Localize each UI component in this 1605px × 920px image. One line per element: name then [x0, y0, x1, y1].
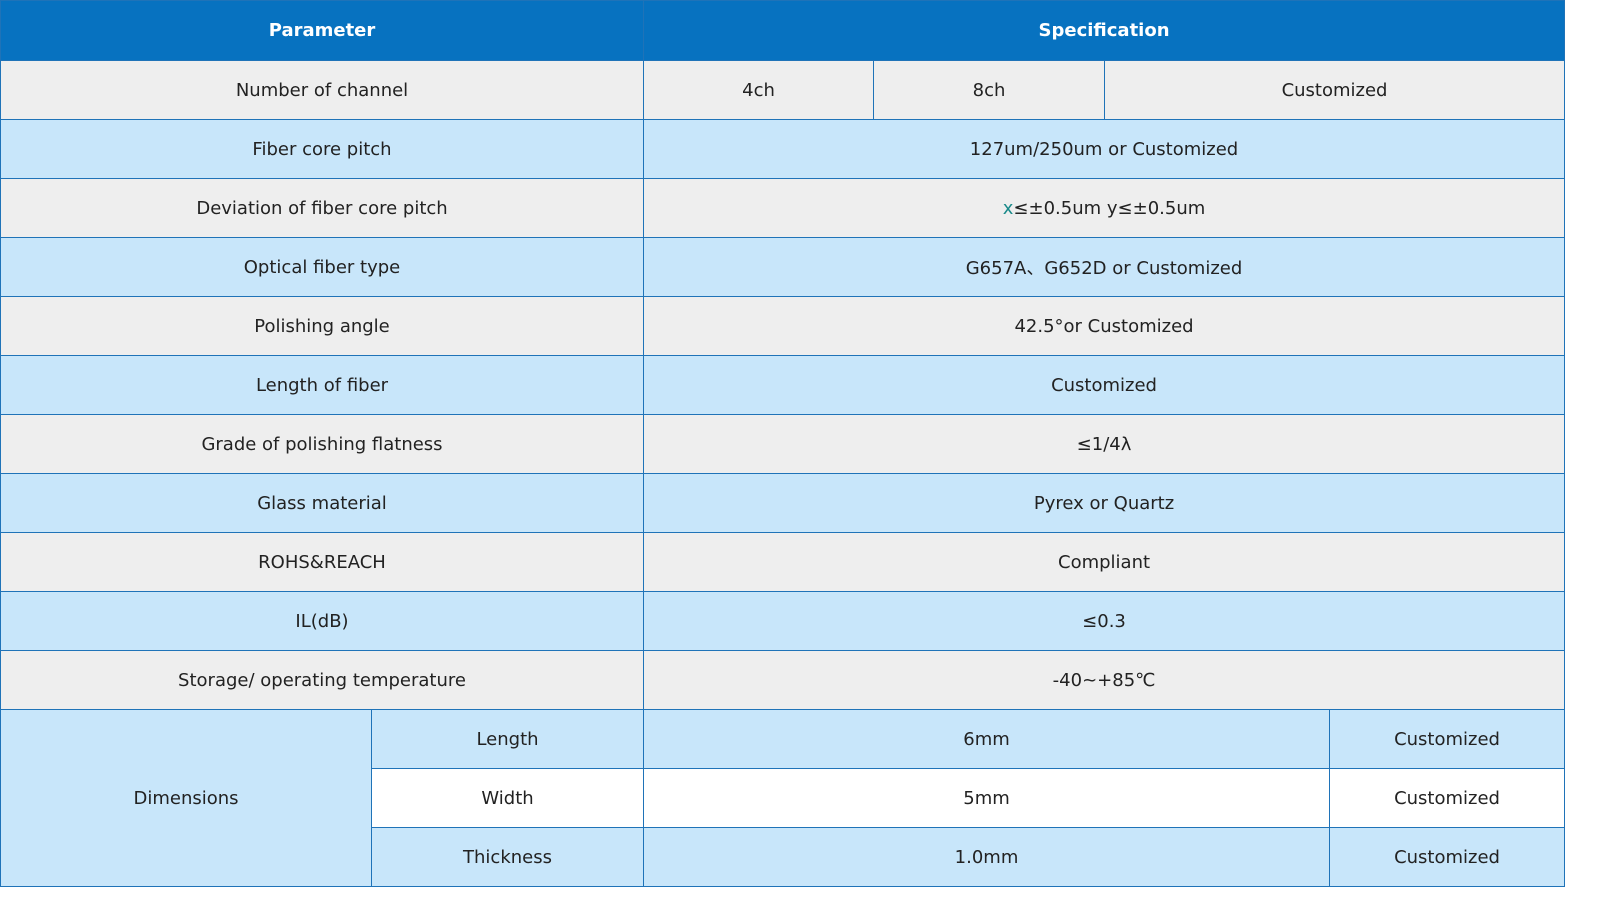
row-value: Pyrex or Quartz — [643, 473, 1566, 533]
table-row: Fiber core pitch 127um/250um or Customiz… — [0, 119, 1566, 179]
table-header-row: Parameter Specification — [0, 0, 1566, 61]
table-row: Optical fiber type G657A、G652D or Custom… — [0, 237, 1566, 297]
row-label: Glass material — [0, 473, 645, 533]
table-row-channel: Number of channel 4ch 8ch Customized — [0, 60, 1566, 120]
row-label: Grade of polishing flatness — [0, 414, 645, 474]
channel-option-4ch: 4ch — [643, 60, 875, 120]
dimension-value: 5mm — [643, 768, 1331, 828]
table-row: ROHS&REACH Compliant — [0, 532, 1566, 592]
row-value: Compliant — [643, 532, 1566, 592]
row-label: Optical fiber type — [0, 237, 645, 297]
dimension-name: Thickness — [370, 827, 645, 887]
x-symbol: x — [1002, 197, 1014, 219]
row-label: Polishing angle — [0, 296, 645, 356]
row-label: Number of channel — [0, 60, 645, 120]
row-label: ROHS&REACH — [0, 532, 645, 592]
table-row: IL(dB) ≤0.3 — [0, 591, 1566, 651]
dimension-name: Length — [370, 709, 645, 769]
row-label: Fiber core pitch — [0, 119, 645, 179]
row-value: 42.5°or Customized — [643, 296, 1566, 356]
deviation-value: ≤±0.5um y≤±0.5um — [1013, 197, 1206, 219]
table-row: Polishing angle 42.5°or Customized — [0, 296, 1566, 356]
row-value: Customized — [643, 355, 1566, 415]
dimension-alt: Customized — [1329, 827, 1566, 887]
row-value: 127um/250um or Customized — [643, 119, 1566, 179]
header-specification: Specification — [643, 0, 1566, 61]
channel-option-customized: Customized — [1104, 60, 1566, 120]
table-row: Storage/ operating temperature -40~+85℃ — [0, 650, 1566, 710]
dimension-alt: Customized — [1329, 768, 1566, 828]
row-value: ≤1/4λ — [643, 414, 1566, 474]
row-value: ≤0.3 — [643, 591, 1566, 651]
row-label: Storage/ operating temperature — [0, 650, 645, 710]
header-parameter: Parameter — [0, 0, 645, 61]
row-label: Deviation of fiber core pitch — [0, 178, 645, 238]
table-row: Deviation of fiber core pitch x≤±0.5um y… — [0, 178, 1566, 238]
specification-table: Parameter Specification Number of channe… — [0, 0, 1566, 887]
dimension-value: 6mm — [643, 709, 1331, 769]
table-row-dimensions-length: Dimensions Length 6mm Customized — [0, 709, 1566, 887]
row-label: Length of fiber — [0, 355, 645, 415]
table-row: Length of fiber Customized — [0, 355, 1566, 415]
row-value: x≤±0.5um y≤±0.5um — [643, 178, 1566, 238]
dimension-value: 1.0mm — [643, 827, 1331, 887]
channel-option-8ch: 8ch — [873, 60, 1106, 120]
dimension-name: Width — [370, 768, 645, 828]
table-row: Grade of polishing flatness ≤1/4λ — [0, 414, 1566, 474]
row-label: IL(dB) — [0, 591, 645, 651]
row-value: -40~+85℃ — [643, 650, 1566, 710]
dimensions-label: Dimensions — [0, 709, 372, 887]
row-value: G657A、G652D or Customized — [643, 237, 1566, 297]
dimension-alt: Customized — [1329, 709, 1566, 769]
table-row: Glass material Pyrex or Quartz — [0, 473, 1566, 533]
